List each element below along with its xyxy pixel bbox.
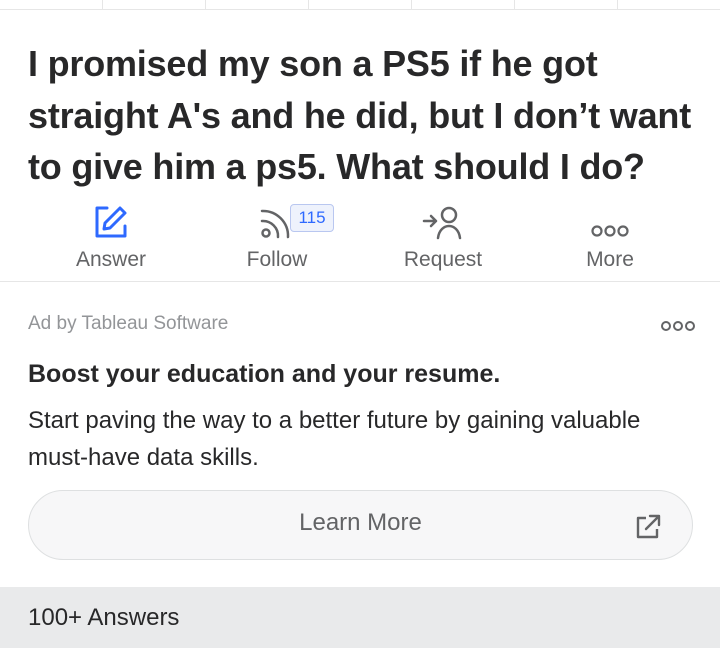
- tab-divider: [102, 0, 103, 10]
- tab-divider: [308, 0, 309, 10]
- more-label: More: [586, 248, 634, 271]
- ad-options-button[interactable]: [660, 318, 696, 334]
- tab-divider: [205, 0, 206, 10]
- ad-body-text: Start paving the way to a better future …: [28, 407, 641, 471]
- request-button[interactable]: Request: [368, 196, 518, 282]
- answers-count-label: 100+ Answers: [28, 604, 180, 631]
- more-dots-icon: [535, 204, 685, 244]
- external-link-icon: [634, 513, 662, 546]
- tab-divider: [617, 0, 618, 10]
- answers-count-bar: 100+ Answers: [0, 587, 720, 648]
- question-action-bar: Answer Follow Request More: [0, 196, 720, 282]
- answer-button[interactable]: Answer: [36, 196, 186, 282]
- learn-more-label: Learn More: [299, 509, 422, 536]
- pencil-edit-icon: [36, 204, 186, 244]
- follow-count-badge: 115: [290, 204, 334, 232]
- learn-more-button[interactable]: Learn More: [28, 490, 693, 560]
- request-label: Request: [403, 248, 483, 271]
- tab-divider: [411, 0, 412, 10]
- request-person-icon: [368, 204, 518, 244]
- ad-sponsor-label: Ad by Tableau Software: [28, 313, 229, 334]
- top-tab-strip: [0, 0, 720, 10]
- tab-divider: [514, 0, 515, 10]
- ad-headline: Boost your education and your resume.: [28, 360, 501, 388]
- answer-label: Answer: [75, 248, 147, 271]
- follow-label: Follow: [246, 248, 308, 271]
- question-title: I promised my son a PS5 if he got straig…: [28, 43, 692, 187]
- more-button[interactable]: More: [535, 196, 685, 282]
- more-dots-icon: [661, 321, 695, 331]
